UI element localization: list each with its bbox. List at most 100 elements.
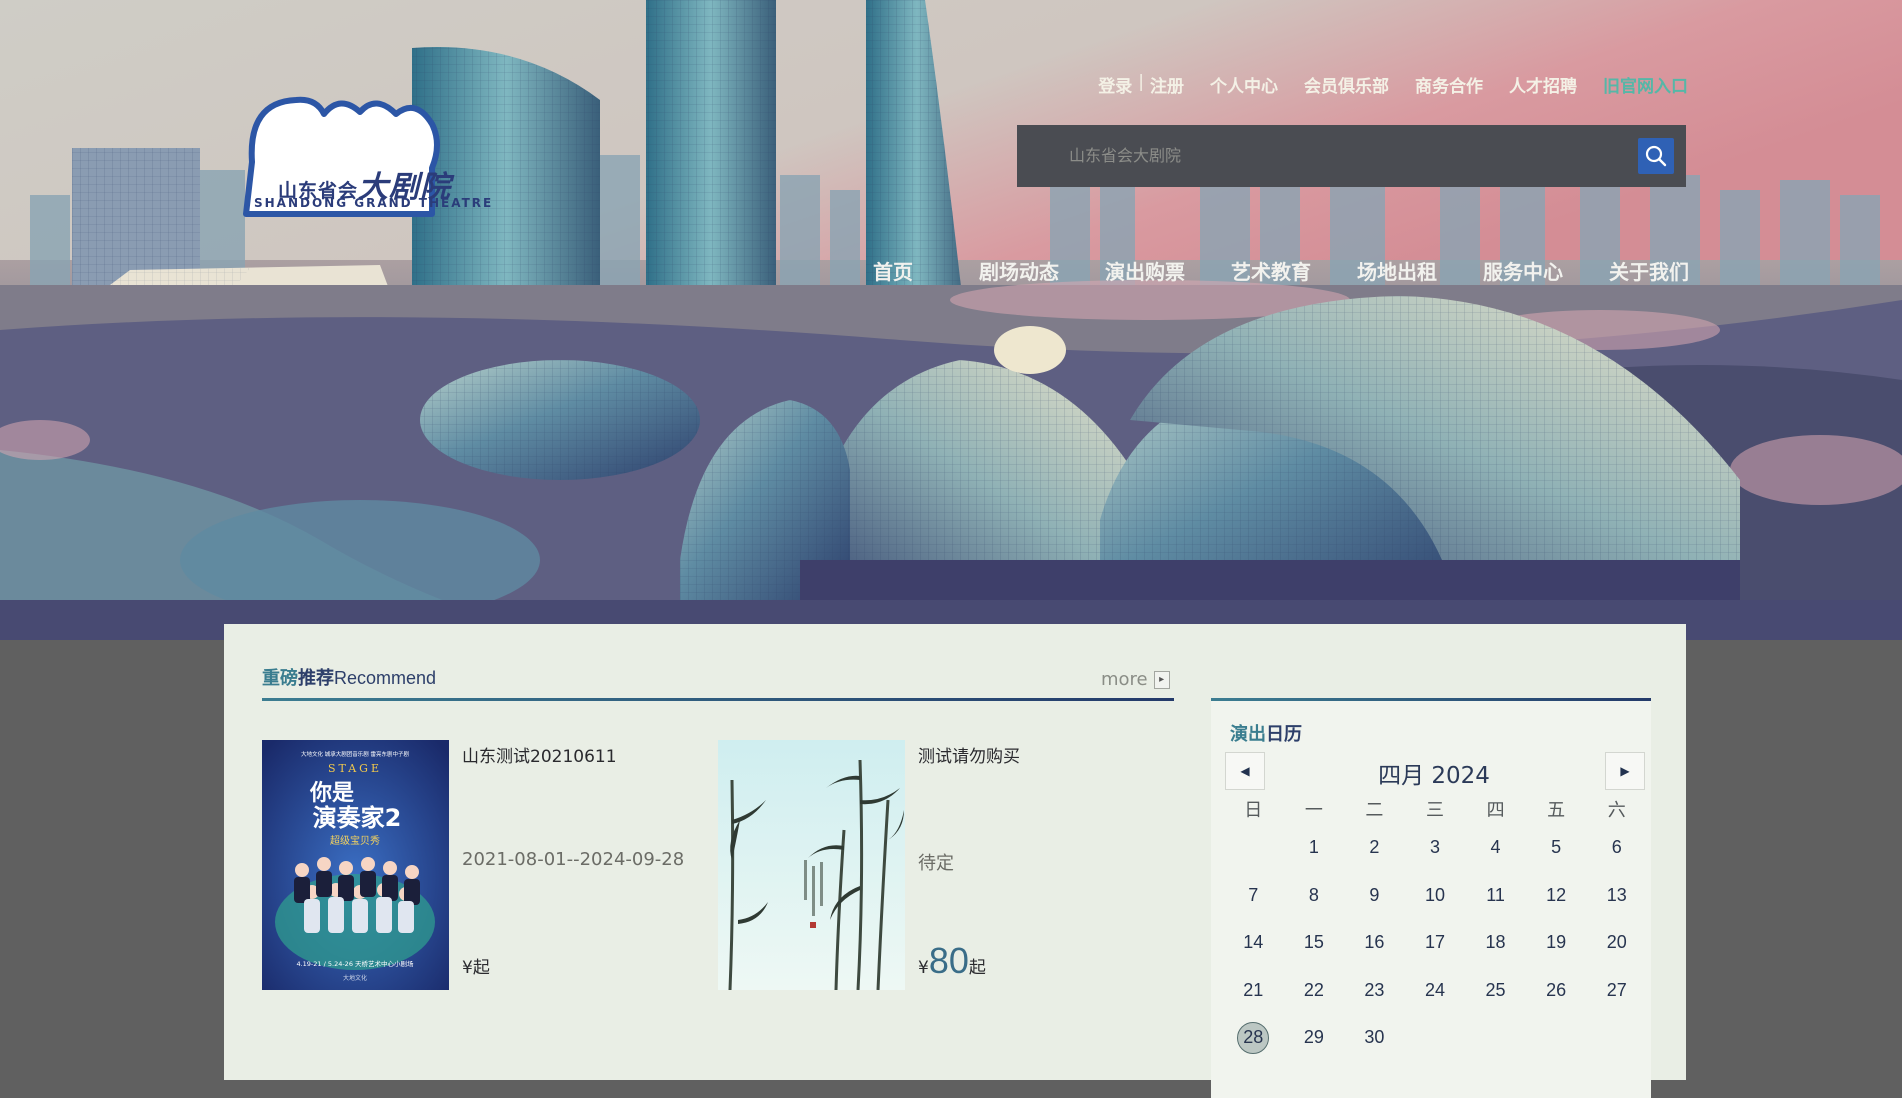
price-currency: ¥ bbox=[462, 958, 473, 978]
calendar-weekdays: 日一二三四五六 bbox=[1223, 796, 1647, 822]
poster-image: 大地文化 城承大剧团音乐剧 雷亮东剧中子剧 STAGE 你是 演奏家2 超级宝贝… bbox=[262, 740, 449, 990]
show-name[interactable]: 测试请勿购买 bbox=[918, 742, 1020, 767]
price-value: 80 bbox=[928, 940, 969, 981]
show-name[interactable]: 山东测试20210611 bbox=[462, 742, 617, 767]
poster-top-line: 大地文化 城承大剧团音乐剧 雷亮东剧中子剧 bbox=[301, 750, 409, 758]
calendar-day[interactable]: 22 bbox=[1284, 967, 1345, 1015]
calendar-days: 1 2 3 4 5 6 7 8 9 10 11 12 13 14 15 16 17 18 19 20 21 22 23 24 2… bbox=[1223, 824, 1647, 1062]
login-link[interactable]: 登录 bbox=[1098, 72, 1132, 97]
calendar-day[interactable]: 24 bbox=[1405, 967, 1466, 1015]
poster-title-2: 演奏家2 bbox=[313, 804, 402, 832]
price-suffix: 起 bbox=[968, 958, 986, 978]
calendar-day[interactable]: 1 bbox=[1284, 824, 1345, 872]
calendar-blank bbox=[1223, 824, 1284, 872]
recruitment-link[interactable]: 人才招聘 bbox=[1509, 72, 1577, 97]
show-poster[interactable] bbox=[718, 740, 905, 990]
weekday-label: 日 bbox=[1244, 800, 1263, 821]
more-link[interactable]: more ▸ bbox=[1101, 669, 1170, 690]
calendar-title-highlight: 演出 bbox=[1230, 724, 1266, 745]
weekday-label: 二 bbox=[1365, 800, 1384, 821]
poster-dates: 4.19-21 / 5.24-26 天桥艺术中心小剧场 bbox=[296, 959, 414, 968]
calendar-day[interactable]: 27 bbox=[1586, 967, 1647, 1015]
weekday-label: 一 bbox=[1304, 800, 1323, 821]
calendar-prev-button[interactable]: ◀ bbox=[1225, 752, 1265, 790]
calendar-day[interactable]: 18 bbox=[1465, 919, 1526, 967]
calendar-day[interactable]: 30 bbox=[1344, 1014, 1405, 1062]
performance-calendar: 演出日历 四月 2024 ◀ ▶ 日一二三四五六 1 2 3 4 5 6 7 8 9 10 11 12… bbox=[1211, 698, 1651, 1098]
content-panel: 重磅推荐Recommend more ▸ 大地文化 城承大剧团音乐剧 雷亮东剧中… bbox=[224, 624, 1686, 1098]
poster-title-1: 你是 bbox=[309, 781, 354, 806]
weekday-label: 五 bbox=[1547, 800, 1566, 821]
nav-venue-rental[interactable]: 场地出租 bbox=[1334, 256, 1460, 285]
calendar-divider bbox=[1211, 698, 1651, 701]
calendar-day[interactable]: 13 bbox=[1586, 872, 1647, 920]
calendar-day[interactable]: 19 bbox=[1526, 919, 1587, 967]
more-label: more bbox=[1101, 669, 1148, 690]
register-link[interactable]: 注册 bbox=[1150, 72, 1184, 97]
member-club-link[interactable]: 会员俱乐部 bbox=[1304, 72, 1389, 97]
personal-center-link[interactable]: 个人中心 bbox=[1210, 72, 1278, 97]
calendar-month-label: 四月 2024 bbox=[1378, 763, 1490, 789]
nav-service-center[interactable]: 服务中心 bbox=[1460, 256, 1586, 285]
calendar-day[interactable]: 4 bbox=[1465, 824, 1526, 872]
recommend-title: 重磅推荐Recommend bbox=[262, 664, 436, 690]
calendar-day[interactable]: 14 bbox=[1223, 919, 1284, 967]
login-separator: | bbox=[1138, 72, 1144, 92]
show-date: 2021-08-01--2024-09-28 bbox=[462, 849, 685, 870]
calendar-day[interactable]: 15 bbox=[1284, 919, 1345, 967]
nav-about-us[interactable]: 关于我们 bbox=[1586, 256, 1712, 285]
calendar-day[interactable]: 26 bbox=[1526, 967, 1587, 1015]
search-bar bbox=[1017, 125, 1686, 187]
calendar-day[interactable]: 16 bbox=[1344, 919, 1405, 967]
show-card[interactable]: 大地文化 城承大剧团音乐剧 雷亮东剧中子剧 STAGE 你是 演奏家2 超级宝贝… bbox=[262, 740, 702, 992]
top-links: 登录 | 注册 个人中心 会员俱乐部 商务合作 人才招聘 旧官网入口 bbox=[1098, 72, 1688, 97]
search-icon bbox=[1645, 145, 1667, 167]
triangle-left-icon: ◀ bbox=[1240, 764, 1250, 778]
calendar-day[interactable]: 8 bbox=[1284, 872, 1345, 920]
calendar-day[interactable]: 25 bbox=[1465, 967, 1526, 1015]
bamboo-painting-image bbox=[718, 740, 905, 990]
recommend-title-en: Recommend bbox=[334, 668, 437, 688]
calendar-day[interactable]: 17 bbox=[1405, 919, 1466, 967]
poster-subtitle: 超级宝贝秀 bbox=[330, 834, 380, 847]
calendar-day[interactable]: 9 bbox=[1344, 872, 1405, 920]
show-card[interactable]: 测试请勿购买 待定 ¥80起 bbox=[718, 740, 1158, 992]
search-input[interactable] bbox=[1067, 143, 1551, 171]
poster-footer: 大地文化 bbox=[343, 974, 367, 982]
calendar-day[interactable]: 5 bbox=[1526, 824, 1587, 872]
show-price: ¥起 bbox=[462, 940, 490, 982]
price-currency: ¥ bbox=[918, 958, 929, 978]
calendar-day[interactable]: 20 bbox=[1586, 919, 1647, 967]
calendar-day-today[interactable]: 28 bbox=[1223, 1014, 1284, 1062]
calendar-day[interactable]: 2 bbox=[1344, 824, 1405, 872]
nav-art-education[interactable]: 艺术教育 bbox=[1208, 256, 1334, 285]
calendar-day[interactable]: 3 bbox=[1405, 824, 1466, 872]
calendar-day[interactable]: 21 bbox=[1223, 967, 1284, 1015]
poster-art-letters: STAGE bbox=[328, 762, 382, 775]
calendar-title: 演出日历 bbox=[1230, 720, 1302, 746]
nav-home[interactable]: 首页 bbox=[830, 256, 956, 285]
calendar-day[interactable]: 7 bbox=[1223, 872, 1284, 920]
hero-banner: 山东省会大剧院 SHANDONG GRAND THEATRE 登录 | 注册 个… bbox=[0, 0, 1902, 640]
triangle-right-icon: ▶ bbox=[1620, 764, 1630, 778]
calendar-day[interactable]: 10 bbox=[1405, 872, 1466, 920]
show-date: 待定 bbox=[918, 853, 954, 874]
calendar-day[interactable]: 11 bbox=[1465, 872, 1526, 920]
show-price: ¥80起 bbox=[918, 940, 986, 982]
calendar-day[interactable]: 6 bbox=[1586, 824, 1647, 872]
business-link[interactable]: 商务合作 bbox=[1415, 72, 1483, 97]
nav-tickets[interactable]: 演出购票 bbox=[1082, 256, 1208, 285]
recommend-divider bbox=[262, 698, 1174, 701]
old-site-link[interactable]: 旧官网入口 bbox=[1603, 72, 1688, 97]
price-suffix: 起 bbox=[472, 958, 490, 978]
weekday-label: 六 bbox=[1607, 800, 1626, 821]
show-poster[interactable]: 大地文化 城承大剧团音乐剧 雷亮东剧中子剧 STAGE 你是 演奏家2 超级宝贝… bbox=[262, 740, 449, 990]
nav-theatre-news[interactable]: 剧场动态 bbox=[956, 256, 1082, 285]
calendar-day[interactable]: 12 bbox=[1526, 872, 1587, 920]
calendar-day[interactable]: 29 bbox=[1284, 1014, 1345, 1062]
calendar-next-button[interactable]: ▶ bbox=[1605, 752, 1645, 790]
calendar-day[interactable]: 23 bbox=[1344, 967, 1405, 1015]
search-button[interactable] bbox=[1638, 138, 1674, 174]
calendar-title-dark: 日历 bbox=[1266, 724, 1302, 745]
recommend-title-dark: 推荐 bbox=[298, 668, 334, 689]
